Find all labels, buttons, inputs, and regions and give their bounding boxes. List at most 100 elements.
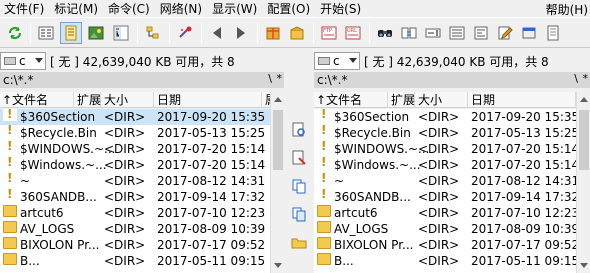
menu-file[interactable]: 文件(F): [0, 0, 50, 17]
file-row[interactable]: ~ <DIR> 2017-08-12 14:31: [0, 170, 270, 189]
file-row[interactable]: 360SANDB... <DIR> 2017-09-14 17:32: [0, 186, 270, 205]
search-icon[interactable]: [374, 22, 396, 44]
menu-net[interactable]: 网络(N): [156, 0, 208, 17]
edit-icon[interactable]: [494, 22, 516, 44]
pack-icon[interactable]: [262, 22, 284, 44]
binoculars-icon[interactable]: [518, 22, 540, 44]
left-path-bar[interactable]: c:\*.* \ *: [0, 72, 284, 88]
file-row[interactable]: B... <DIR> 2017-05-11 09:15: [314, 253, 576, 269]
left-drive-select[interactable]: c: [0, 52, 46, 70]
folder-icon: [317, 253, 331, 265]
right-drive-info: [ 无 ] 42,639,040 KB 可用，共 8: [364, 54, 549, 69]
right-scrollbar[interactable]: [576, 92, 590, 273]
new-folder-icon[interactable]: [289, 232, 309, 252]
right-header-name[interactable]: ↑文件名: [314, 92, 388, 108]
file-size: <DIR>: [104, 110, 146, 124]
file-date: 2017-07-10 12:23: [157, 206, 266, 220]
menu-bar: 文件(F) 标记(M) 命令(C) 网络(N) 显示(W) 配置(O) 开始(S…: [0, 0, 590, 17]
left-header-ext[interactable]: 扩展: [75, 92, 101, 108]
right-path-bar[interactable]: c:\*.* \ *: [314, 72, 590, 88]
right-drive-select[interactable]: c: [314, 52, 360, 70]
file-name: $WINDOWS.~...: [20, 142, 116, 156]
scroll-down-icon[interactable]: [274, 263, 282, 268]
view-icon[interactable]: [289, 120, 309, 140]
file-row[interactable]: $Windows.~...<DIR> 2017-07-20 15:14: [314, 154, 576, 173]
left-header-date[interactable]: 日期: [155, 92, 262, 108]
svg-text:URL: URL: [347, 28, 357, 34]
hidden-folder-icon: [317, 170, 331, 186]
file-row[interactable]: AV_LOGS <DIR> 2017-08-09 10:39: [314, 221, 576, 237]
menu-configuration[interactable]: 配置(O): [263, 0, 316, 17]
file-row[interactable]: AV_LOGS <DIR> 2017-08-09 10:39: [0, 221, 270, 237]
file-row[interactable]: artcut6 <DIR> 2017-07-10 12:23: [314, 205, 576, 221]
menu-help[interactable]: 帮助(H): [546, 1, 588, 18]
file-row[interactable]: $WINDOWS.~...<DIR> 2017-07-20 15:14: [0, 138, 270, 157]
menu-show[interactable]: 显示(W): [208, 0, 263, 17]
hidden-folder-icon: [3, 138, 17, 154]
menu-start[interactable]: 开始(S): [316, 0, 367, 17]
brief-view-icon[interactable]: [35, 22, 57, 44]
toolbar: FTP URL: [0, 17, 590, 48]
scroll-up-icon[interactable]: [580, 97, 588, 102]
file-row[interactable]: BIXOLON Pr... <DIR> 2017-07-17 09:52: [0, 237, 270, 253]
copy-icon[interactable]: [289, 176, 309, 196]
left-header-size[interactable]: 大小: [102, 92, 154, 108]
back-icon[interactable]: [206, 22, 228, 44]
menu-commands[interactable]: 命令(C): [104, 0, 156, 17]
url-connect-icon[interactable]: URL: [342, 22, 364, 44]
forward-icon[interactable]: [230, 22, 252, 44]
scroll-up-icon[interactable]: [274, 97, 282, 102]
file-row[interactable]: $WINDOWS.~...<DIR> 2017-07-20 15:14: [314, 138, 576, 157]
menu-mark[interactable]: 标记(M): [50, 0, 104, 17]
file-size: <DIR>: [104, 142, 146, 156]
invert-selection-icon[interactable]: [174, 22, 196, 44]
thumbnail-view-icon[interactable]: [85, 22, 107, 44]
right-drive-letter: c: [333, 54, 340, 68]
file-row[interactable]: $Recycle.Bin <DIR> 2017-05-13 15:25: [314, 122, 576, 141]
hidden-folder-icon: [3, 154, 17, 170]
move-icon[interactable]: [289, 204, 309, 224]
file-row[interactable]: artcut6 <DIR> 2017-07-10 12:23: [0, 205, 270, 221]
right-header-ext[interactable]: 扩展: [389, 92, 415, 108]
unpack-icon[interactable]: [286, 22, 308, 44]
ftp-connect-icon[interactable]: FTP: [318, 22, 340, 44]
scroll-thumb[interactable]: [579, 110, 589, 170]
file-row[interactable]: 360SANDB... <DIR> 2017-09-14 17:32: [314, 186, 576, 205]
right-header-date[interactable]: 日期: [469, 92, 576, 108]
right-history-button[interactable]: \: [574, 72, 578, 85]
left-hotlist-button[interactable]: *: [277, 72, 283, 85]
left-panel: c [ 无 ] 42,639,040 KB 可用，共 8 c:\*.* \ * …: [0, 48, 284, 273]
file-name: 360SANDB...: [20, 190, 97, 204]
tree-icon[interactable]: [142, 22, 164, 44]
file-date: 2017-08-12 14:31: [157, 174, 266, 188]
notepad-icon[interactable]: [542, 22, 564, 44]
left-history-button[interactable]: \: [268, 72, 272, 85]
rename-icon[interactable]: [422, 22, 444, 44]
file-row[interactable]: $Windows.~...<DIR> 2017-07-20 15:14: [0, 154, 270, 173]
detailed-view-icon[interactable]: [60, 22, 82, 44]
compare-icon[interactable]: [470, 22, 492, 44]
left-header-name[interactable]: ↑文件名: [0, 92, 74, 108]
scroll-thumb[interactable]: [273, 110, 283, 170]
right-hotlist-button[interactable]: *: [583, 72, 589, 85]
scroll-down-icon[interactable]: [580, 263, 588, 268]
refresh-icon[interactable]: [4, 22, 26, 44]
file-row[interactable]: $360Section <DIR> 2017-09-20 15:35: [314, 109, 576, 125]
file-size: <DIR>: [418, 126, 460, 140]
right-header-size[interactable]: 大小: [416, 92, 468, 108]
file-row[interactable]: $360Section <DIR> 2017-09-20 15:35: [0, 109, 270, 125]
file-name: $Windows.~...: [334, 158, 421, 172]
file-row[interactable]: B... <DIR> 2017-05-11 09:15: [0, 253, 270, 269]
tree-view-icon[interactable]: [110, 22, 132, 44]
sync-dirs-icon[interactable]: [398, 22, 420, 44]
file-size: <DIR>: [418, 110, 460, 124]
file-row[interactable]: $Recycle.Bin <DIR> 2017-05-13 15:25: [0, 122, 270, 141]
file-row[interactable]: ~ <DIR> 2017-08-12 14:31: [314, 170, 576, 189]
hidden-folder-icon: [317, 138, 331, 154]
edit-file-icon[interactable]: [289, 148, 309, 168]
file-name: BIXOLON Pr...: [334, 238, 414, 252]
left-scrollbar[interactable]: [270, 92, 284, 273]
file-date: 2017-07-20 15:14: [471, 142, 576, 156]
file-row[interactable]: BIXOLON Pr... <DIR> 2017-07-17 09:52: [314, 237, 576, 253]
multi-rename-icon[interactable]: [446, 22, 468, 44]
